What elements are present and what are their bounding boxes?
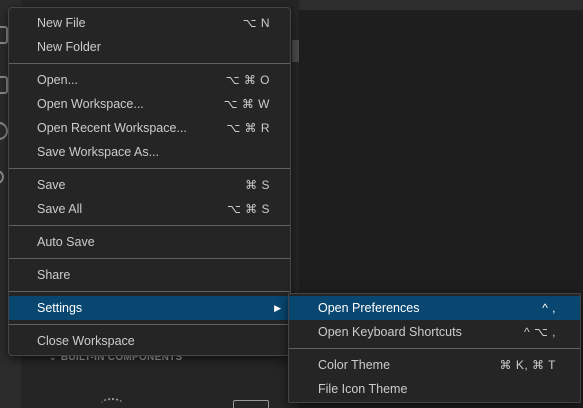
menu-item-shortcut: ⌥ ⌘ S xyxy=(227,202,270,216)
menu-item-label: Open Preferences xyxy=(318,301,420,315)
file-menu: New File ⌥ N New Folder Open... ⌥ ⌘ O Op… xyxy=(8,7,291,356)
ide-window: ⌄ BUILT-IN COMPONENTS New File ⌥ N New Fo… xyxy=(0,0,583,408)
menu-item-new-file[interactable]: New File ⌥ N xyxy=(9,11,290,35)
menu-item-save[interactable]: Save ⌘ S xyxy=(9,173,290,197)
menu-item-open-workspace[interactable]: Open Workspace... ⌥ ⌘ W xyxy=(9,92,290,116)
menu-item-label: Open Recent Workspace... xyxy=(37,121,187,135)
sidebar-scrollbar[interactable] xyxy=(292,40,299,62)
menu-separator xyxy=(289,348,580,349)
menu-item-label: New Folder xyxy=(37,40,101,54)
menu-item-save-all[interactable]: Save All ⌥ ⌘ S xyxy=(9,197,290,221)
extensions-icon[interactable] xyxy=(0,76,8,94)
menu-item-label: Open... xyxy=(37,73,78,87)
menu-item-share[interactable]: Share xyxy=(9,263,290,287)
menu-item-shortcut: ⌥ ⌘ W xyxy=(223,97,270,111)
menu-item-shortcut: ^ ⌥ , xyxy=(524,325,556,339)
settings-submenu: Open Preferences ^ , Open Keyboard Short… xyxy=(288,293,581,403)
menu-item-open[interactable]: Open... ⌥ ⌘ O xyxy=(9,68,290,92)
menu-separator xyxy=(9,324,290,325)
menu-item-open-keyboard-shortcuts[interactable]: Open Keyboard Shortcuts ^ ⌥ , xyxy=(289,320,580,344)
editor-tab-bar xyxy=(299,0,583,10)
menu-item-settings[interactable]: Settings ▶ xyxy=(9,296,290,320)
menu-item-label: Save All xyxy=(37,202,83,216)
menu-item-shortcut: ⌘ S xyxy=(245,178,270,192)
menu-item-label: New File xyxy=(37,16,86,30)
menu-item-close-workspace[interactable]: Close Workspace xyxy=(9,329,290,353)
menu-separator xyxy=(9,258,290,259)
menu-item-shortcut: ⌥ N xyxy=(242,16,270,30)
menu-separator xyxy=(9,225,290,226)
menu-separator xyxy=(9,168,290,169)
menu-item-label: Save Workspace As... xyxy=(37,145,160,159)
menu-item-color-theme[interactable]: Color Theme ⌘ K, ⌘ T xyxy=(289,353,580,377)
menu-separator xyxy=(9,63,290,64)
menu-item-label: Settings xyxy=(37,301,83,315)
menu-item-open-recent-workspace[interactable]: Open Recent Workspace... ⌥ ⌘ R xyxy=(9,116,290,140)
menu-item-save-workspace-as[interactable]: Save Workspace As... xyxy=(9,140,290,164)
source-control-icon[interactable] xyxy=(0,170,4,184)
menu-item-label: Open Workspace... xyxy=(37,97,144,111)
menu-item-label: Close Workspace xyxy=(37,334,135,348)
explorer-icon[interactable] xyxy=(0,26,8,44)
menu-item-open-preferences[interactable]: Open Preferences ^ , xyxy=(289,296,580,320)
chevron-right-icon: ▶ xyxy=(274,303,281,313)
menu-item-label: Save xyxy=(37,178,66,192)
menu-separator xyxy=(9,291,290,292)
search-icon[interactable] xyxy=(0,122,8,140)
menu-item-label: Share xyxy=(37,268,71,282)
menu-item-label: File Icon Theme xyxy=(318,382,408,396)
menu-item-label: Auto Save xyxy=(37,235,95,249)
menu-item-label: Color Theme xyxy=(318,358,391,372)
menu-item-label: Open Keyboard Shortcuts xyxy=(318,325,462,339)
loading-spinner-icon xyxy=(101,398,123,408)
menu-item-new-folder[interactable]: New Folder xyxy=(9,35,290,59)
menu-item-shortcut: ⌥ ⌘ R xyxy=(226,121,270,135)
menu-item-shortcut: ⌥ ⌘ O xyxy=(225,73,270,87)
menu-item-file-icon-theme[interactable]: File Icon Theme xyxy=(289,377,580,401)
menu-item-shortcut: ⌘ K, ⌘ T xyxy=(499,358,556,372)
menu-item-auto-save[interactable]: Auto Save xyxy=(9,230,290,254)
component-card-icon xyxy=(233,400,269,408)
menu-item-shortcut: ^ , xyxy=(542,301,556,315)
